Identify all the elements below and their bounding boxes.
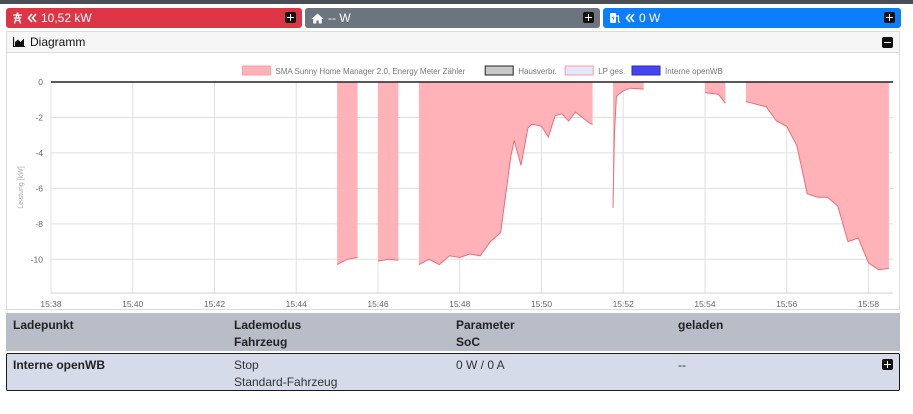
legend-label: Hausverbr.: [518, 67, 557, 76]
chart-legend: SMA Sunny Home Manager 2.0, Energy Meter…: [241, 65, 723, 76]
header-fahrzeug: Fahrzeug: [234, 335, 288, 349]
house-power-value: -- W: [328, 11, 351, 25]
double-chevron-left-icon: [625, 13, 635, 23]
y-tick-label: -8: [35, 219, 43, 229]
series-area: [613, 82, 644, 208]
expand-charge-point-row-icon[interactable]: [882, 359, 893, 370]
legend-swatch: [484, 65, 514, 76]
area-chart-icon: [13, 37, 25, 47]
diagram-card: Diagramm SMA Sunny Home Manager 2.0, Ene…: [6, 31, 900, 310]
legend-label: Interne openWB: [665, 67, 723, 76]
double-chevron-left-icon: [27, 13, 37, 23]
grid-power-tile[interactable]: 10,52 kW: [6, 8, 302, 28]
power-chart: SMA Sunny Home Manager 2.0, Energy Meter…: [18, 65, 893, 309]
x-tick-label: 15:54: [694, 299, 716, 309]
header-lademodus: Lademodus: [234, 318, 302, 332]
diagram-header[interactable]: Diagramm: [7, 32, 899, 53]
series-area: [378, 82, 399, 262]
header-soc: SoC: [456, 335, 480, 349]
expand-grid-icon[interactable]: [285, 12, 296, 23]
parameter-value: 0 W / 0 A: [456, 358, 505, 372]
diagram-title: Diagramm: [30, 35, 86, 49]
series-area: [337, 82, 358, 265]
x-tick-label: 15:44: [286, 299, 308, 309]
x-tick-label: 15:58: [858, 299, 880, 309]
series-area: [418, 82, 593, 265]
expand-house-icon[interactable]: [583, 12, 594, 23]
home-icon: [311, 13, 324, 23]
x-tick-label: 15:52: [613, 299, 635, 309]
x-tick-label: 15:50: [531, 299, 553, 309]
vehicle-value[interactable]: Standard-Fahrzeug: [234, 374, 337, 391]
legend-label: LP ges.: [598, 67, 625, 76]
y-axis-label: Leistung [kW]: [18, 166, 25, 208]
charged-value: --: [678, 358, 686, 372]
header-parameter: Parameter: [456, 318, 515, 332]
legend-swatch: [564, 65, 594, 76]
legend-label: SMA Sunny Home Manager 2.0, Energy Meter…: [275, 67, 465, 76]
charging-station-icon: [610, 13, 621, 23]
header-geladen: geladen: [678, 318, 724, 332]
charge-point-name: Interne openWB: [13, 358, 105, 372]
legend-swatch: [631, 65, 661, 76]
charge-point-power-value: 0 W: [639, 11, 661, 25]
power-pylon-icon: [13, 12, 22, 24]
y-tick-label: -2: [35, 112, 43, 122]
x-tick-label: 15:56: [776, 299, 798, 309]
charge-mode-value[interactable]: Stop: [234, 357, 259, 374]
charge-point-row[interactable]: Interne openWB Stop Standard-Fahrzeug 0 …: [6, 353, 900, 391]
y-tick-label: -10: [31, 254, 44, 264]
x-tick-label: 15:48: [449, 299, 471, 309]
x-tick-label: 15:40: [122, 299, 144, 309]
x-tick-label: 15:38: [40, 299, 62, 309]
collapse-diagram-icon[interactable]: [882, 37, 893, 48]
charge-point-power-tile[interactable]: 0 W: [603, 8, 901, 28]
chart-plot: [51, 81, 893, 271]
header-ladepunkt: Ladepunkt: [13, 318, 74, 332]
series-line: [612, 87, 644, 208]
y-tick-label: -6: [35, 183, 43, 193]
series-area: [745, 82, 889, 270]
top-border: [0, 0, 913, 4]
x-tick-label: 15:42: [204, 299, 226, 309]
expand-charge-point-icon[interactable]: [884, 12, 895, 23]
y-tick-label: -4: [35, 148, 43, 158]
grid-power-value: 10,52 kW: [41, 11, 92, 25]
charge-point-table-header: Ladepunkt Lademodus Fahrzeug Parameter S…: [6, 313, 900, 351]
house-power-tile[interactable]: -- W: [305, 8, 600, 28]
y-tick-label: 0: [38, 77, 43, 87]
legend-swatch: [241, 65, 271, 76]
x-tick-label: 15:46: [367, 299, 389, 309]
